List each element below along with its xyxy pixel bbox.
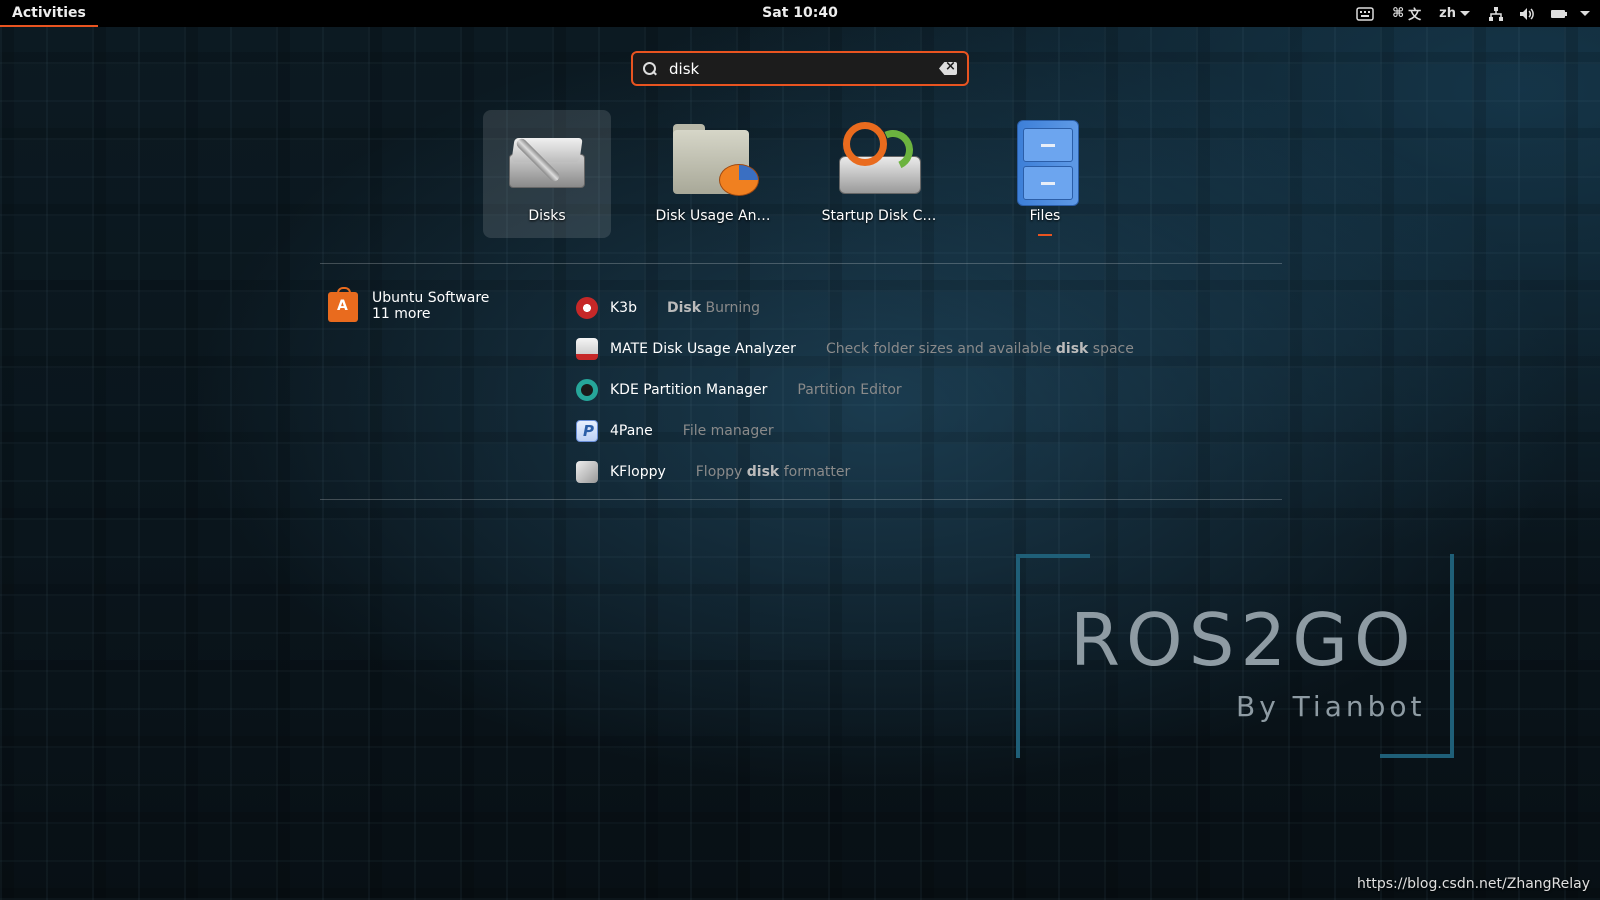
app-label: Disks	[528, 208, 566, 224]
result-name: MATE Disk Usage Analyzer	[610, 340, 796, 357]
provider-name: Ubuntu Software	[372, 290, 490, 306]
source-url-watermark: https://blog.csdn.net/ZhangRelay	[1356, 876, 1590, 892]
system-tray: ⌘ 文 zh	[1356, 0, 1590, 27]
provider-more-count: 11 more	[372, 306, 431, 322]
result-description: Floppy disk formatter	[695, 463, 851, 480]
result-name: 4Pane	[610, 422, 653, 439]
language-selector[interactable]: zh	[1439, 6, 1470, 21]
result-4pane[interactable]: 4Pane File manager	[576, 410, 1134, 451]
k3b-icon	[576, 296, 598, 319]
result-name: KFloppy	[610, 463, 666, 480]
app-label: Files	[1029, 208, 1061, 224]
disks-icon	[503, 118, 591, 202]
result-name: K3b	[610, 299, 637, 316]
search-box[interactable]	[631, 51, 969, 86]
running-indicator	[1038, 234, 1052, 236]
app-results-grid: Disks Disk Usage An… Startup Disk C… Fil…	[483, 110, 1109, 238]
app-tile-disk-usage-analyzer[interactable]: Disk Usage An…	[649, 110, 777, 238]
kde-partition-manager-icon	[576, 378, 598, 401]
search-icon	[643, 61, 657, 76]
result-mate-disk-usage-analyzer[interactable]: MATE Disk Usage Analyzer Check folder si…	[576, 328, 1134, 369]
result-description: Disk Burning	[666, 299, 761, 316]
files-icon	[1001, 118, 1089, 206]
provider-ubuntu-software[interactable]: Ubuntu Software 11 more	[328, 287, 490, 322]
app-tile-disks[interactable]: Disks	[483, 110, 611, 238]
result-kfloppy[interactable]: KFloppy Floppy disk formatter	[576, 451, 1134, 492]
language-label: zh	[1439, 6, 1456, 21]
top-bar: Activities Sat 10:40 ⌘ 文 zh	[0, 0, 1600, 27]
result-k3b[interactable]: K3b Disk Burning	[576, 287, 1134, 328]
4pane-icon	[576, 419, 598, 442]
logo-title: ROS2GO	[1070, 598, 1417, 682]
volume-icon	[1520, 7, 1534, 20]
ubuntu-software-icon	[328, 287, 358, 322]
battery-icon	[1551, 9, 1567, 18]
result-name: KDE Partition Manager	[610, 381, 768, 398]
input-method-icon: ⌘	[1392, 6, 1405, 21]
mate-disk-usage-icon	[576, 337, 598, 360]
chevron-down-icon	[1580, 11, 1590, 16]
kfloppy-icon	[576, 460, 598, 483]
startup-disk-creator-icon	[835, 118, 923, 202]
result-description: Partition Editor	[797, 381, 902, 398]
logo-subtitle: By Tianbot	[1236, 690, 1426, 723]
clear-search-icon[interactable]	[939, 62, 957, 75]
app-label: Startup Disk C…	[821, 208, 937, 224]
status-menu[interactable]	[1488, 6, 1590, 22]
input-method-indicator[interactable]: ⌘ 文	[1392, 4, 1421, 23]
chevron-down-icon	[1460, 11, 1470, 16]
disk-usage-analyzer-icon	[669, 118, 759, 202]
result-description: Check folder sizes and available disk sp…	[825, 340, 1134, 357]
app-tile-startup-disk-creator[interactable]: Startup Disk C…	[815, 110, 943, 238]
separator	[320, 263, 1282, 264]
activities-button[interactable]: Activities	[0, 0, 98, 27]
app-tile-files[interactable]: Files	[981, 110, 1109, 238]
result-description: File manager	[682, 422, 774, 439]
ros2go-logo: ROS2GO By Tianbot	[1016, 554, 1454, 758]
search-results-list: K3b Disk Burning MATE Disk Usage Analyze…	[576, 287, 1134, 492]
separator	[320, 499, 1282, 500]
result-kde-partition-manager[interactable]: KDE Partition Manager Partition Editor	[576, 369, 1134, 410]
network-icon	[1489, 6, 1503, 21]
clock[interactable]: Sat 10:40	[762, 5, 838, 21]
app-label: Disk Usage An…	[655, 208, 771, 224]
search-input[interactable]	[669, 59, 939, 78]
keyboard-icon[interactable]	[1356, 6, 1374, 21]
